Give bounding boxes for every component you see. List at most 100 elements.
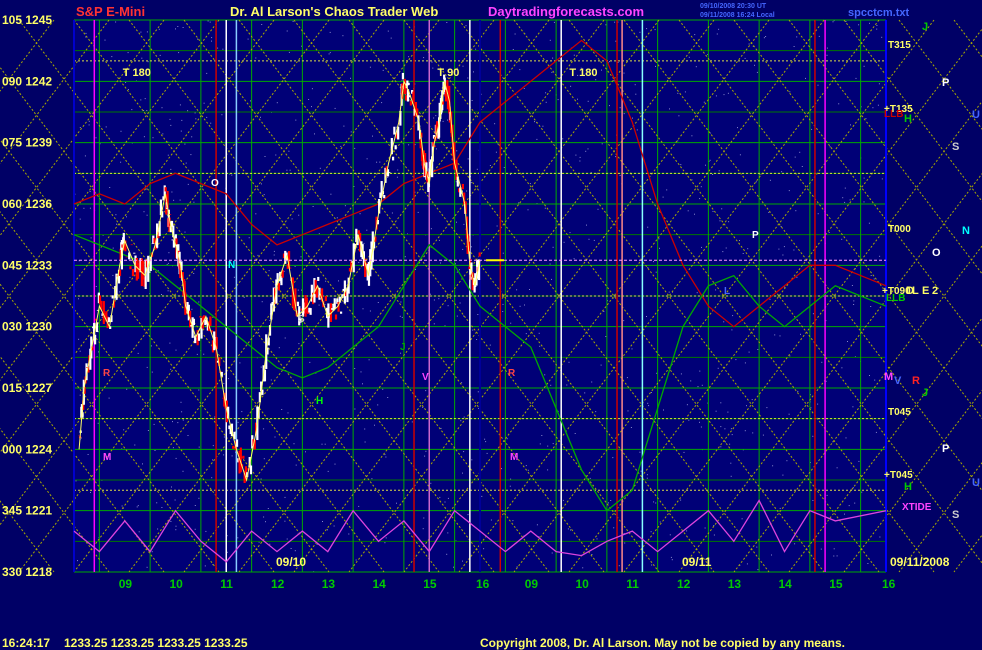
star-dot <box>566 384 568 386</box>
star-dot <box>510 322 512 324</box>
right-flux-label: LLB <box>886 293 905 304</box>
star-dot <box>214 416 216 418</box>
star-dot <box>478 407 480 409</box>
star-dot <box>828 232 830 233</box>
date-label-day2: 09/11 <box>682 555 712 569</box>
star-dot <box>713 534 715 536</box>
star-dot <box>372 135 373 137</box>
star-dot <box>382 69 384 71</box>
star-dot <box>845 437 847 439</box>
star-dot <box>156 247 158 249</box>
star-dot <box>223 383 225 384</box>
star-dot <box>146 214 148 216</box>
star-dot <box>826 494 828 496</box>
star-dot <box>305 451 306 453</box>
star-dot <box>774 334 776 336</box>
star-dot <box>470 182 472 184</box>
y-tick-label: 000 1224 <box>2 442 52 456</box>
star-dot <box>516 289 518 291</box>
star-dot <box>646 316 647 317</box>
star-dot <box>615 40 617 42</box>
star-dot <box>222 48 224 50</box>
star-dot <box>851 285 853 286</box>
planet-label: E <box>922 285 929 297</box>
star-dot <box>868 222 870 224</box>
star-dot <box>817 213 819 215</box>
filename-label: spcctcm.txt <box>848 7 909 19</box>
star-dot <box>570 85 572 87</box>
star-dot <box>630 427 632 428</box>
star-dot <box>397 169 399 171</box>
star-dot <box>115 214 117 216</box>
star-dot <box>595 411 597 413</box>
planet-label: P <box>942 77 949 89</box>
star-dot <box>79 350 81 352</box>
time-cycle-label: T 90 <box>437 67 459 79</box>
star-dot <box>90 237 92 239</box>
star-dot <box>343 125 345 127</box>
time-cycle-label: T 180 <box>569 67 597 79</box>
star-dot <box>401 296 403 298</box>
star-dot <box>120 161 122 163</box>
star-dot <box>211 477 213 479</box>
star-dot <box>731 329 733 331</box>
star-dot <box>757 349 759 350</box>
star-dot <box>311 106 312 108</box>
star-dot <box>584 392 586 394</box>
star-dot <box>334 463 336 465</box>
y-tick-label: 060 1236 <box>2 197 52 211</box>
star-dot <box>800 333 801 335</box>
star-dot <box>446 553 448 555</box>
star-dot <box>720 446 722 448</box>
star-dot <box>730 428 732 430</box>
star-dot <box>647 267 649 269</box>
star-dot <box>187 110 189 112</box>
star-dot <box>746 405 747 407</box>
star-dot <box>439 496 441 498</box>
star-dot <box>596 538 598 540</box>
star-dot <box>185 162 187 164</box>
star-dot <box>157 528 159 530</box>
star-dot <box>680 164 682 166</box>
star-dot <box>680 499 682 501</box>
star-dot <box>563 241 565 243</box>
star-dot <box>651 564 653 566</box>
star-dot <box>700 426 702 428</box>
star-dot <box>146 110 148 111</box>
star-dot <box>467 514 469 516</box>
star-dot <box>470 246 472 248</box>
star-dot <box>881 178 883 180</box>
star-dot <box>350 77 351 79</box>
y-tick-label: 345 1221 <box>2 504 52 518</box>
star-dot <box>273 254 275 256</box>
star-dot <box>568 361 570 363</box>
star-dot <box>195 118 197 120</box>
star-dot <box>187 183 189 185</box>
star-dot <box>811 128 813 130</box>
star-dot <box>177 26 179 27</box>
star-dot <box>658 238 660 240</box>
star-dot <box>575 154 577 156</box>
star-dot <box>147 430 149 431</box>
star-dot <box>653 261 654 263</box>
star-dot <box>459 269 460 271</box>
star-dot <box>735 359 737 361</box>
star-dot <box>512 520 514 522</box>
star-dot <box>207 20 209 22</box>
star-dot <box>105 126 107 128</box>
star-dot <box>191 308 193 310</box>
timestamp-line2: 09/11/2008 16:24 Local <box>700 12 775 19</box>
star-dot <box>646 28 648 30</box>
star-dot <box>143 211 145 213</box>
star-dot <box>172 421 173 423</box>
planet-label: L <box>912 285 919 297</box>
star-dot <box>820 548 822 550</box>
star-dot <box>789 355 791 357</box>
star-dot <box>631 348 633 350</box>
star-dot <box>817 403 819 405</box>
x-tick-label-day2: 16 <box>882 577 896 591</box>
star-dot <box>237 421 239 423</box>
star-dot <box>648 405 650 407</box>
star-dot <box>116 223 117 225</box>
star-dot <box>748 351 750 353</box>
